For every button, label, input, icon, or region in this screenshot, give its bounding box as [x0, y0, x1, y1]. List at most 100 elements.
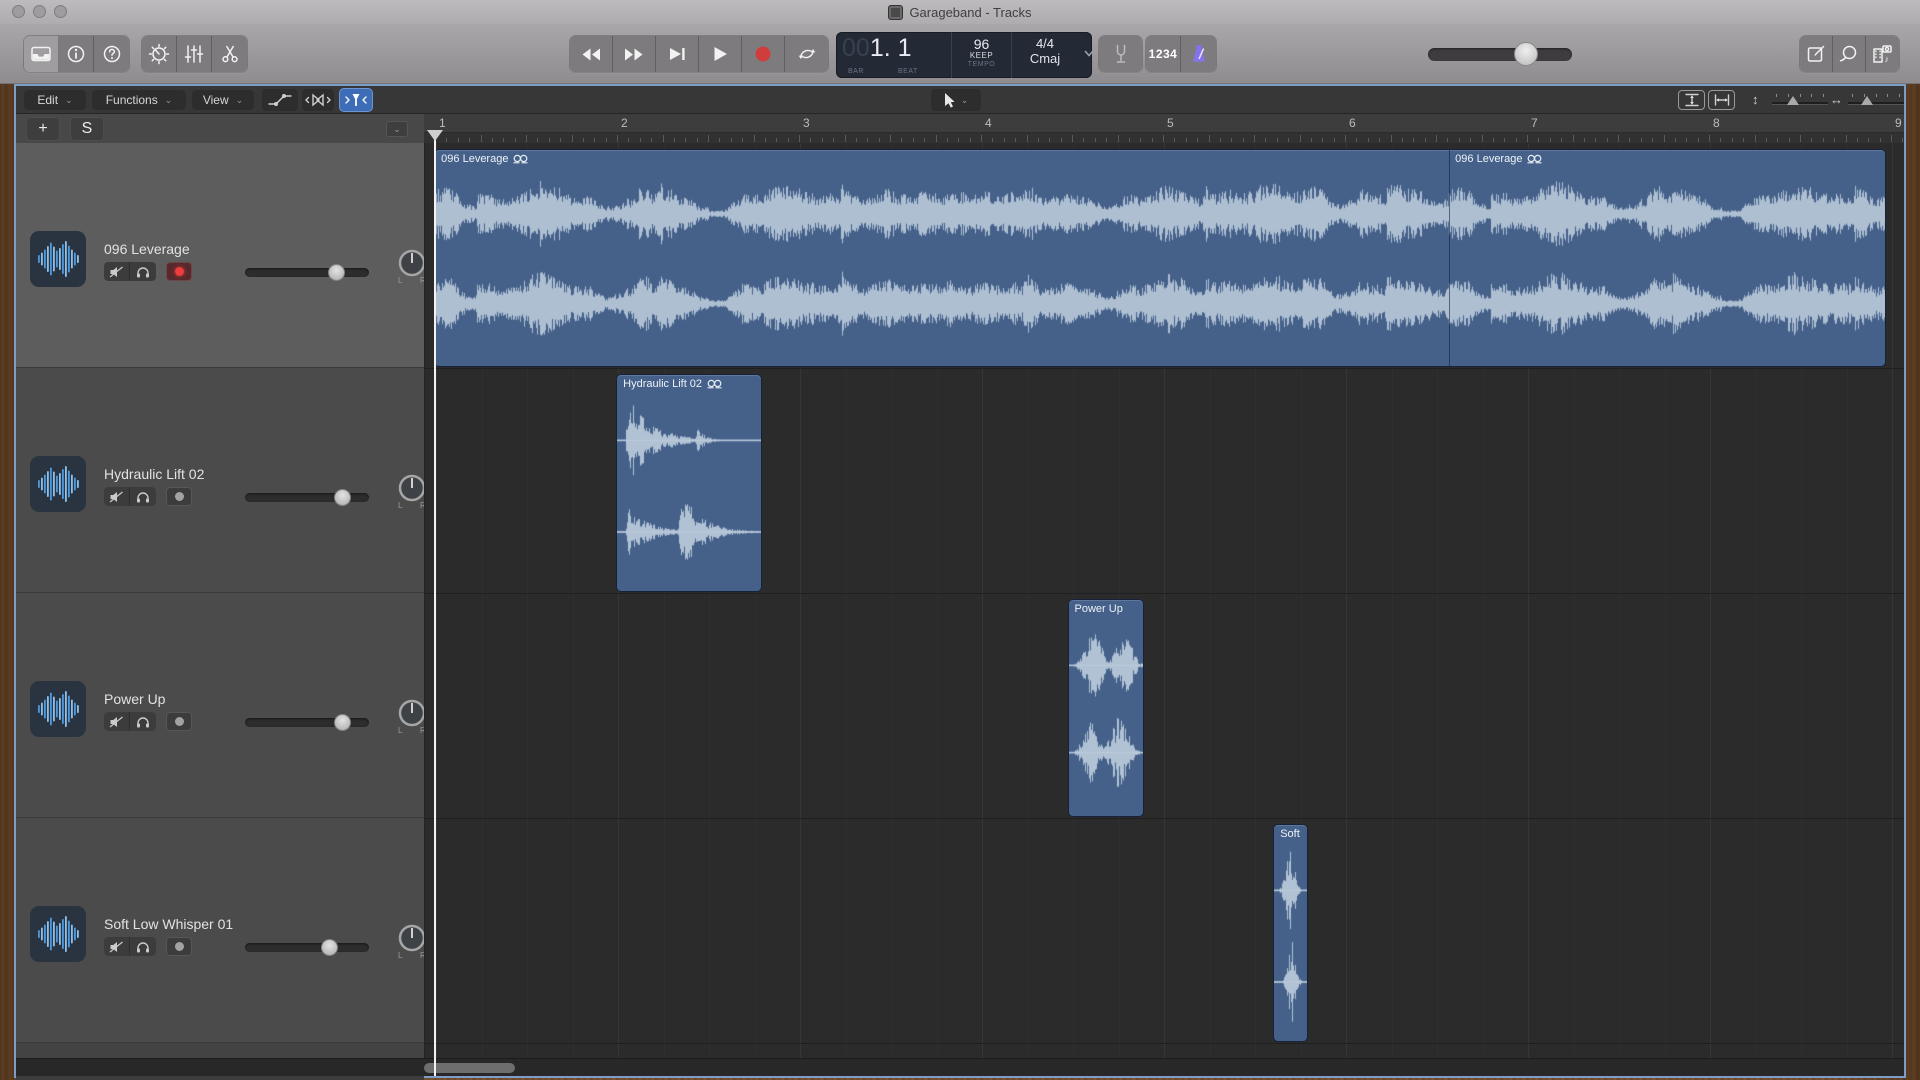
edit-menu[interactable]: Edit ⌄ — [24, 90, 86, 110]
track-header-options-button[interactable]: ⌄ — [386, 121, 408, 137]
mute-button[interactable] — [104, 712, 130, 731]
master-volume-knob[interactable] — [1514, 42, 1538, 66]
notepad-button[interactable] — [1800, 36, 1833, 72]
play-button[interactable] — [699, 36, 742, 72]
flex-button[interactable] — [302, 89, 334, 111]
horizontal-zoom-thumb[interactable] — [1861, 96, 1873, 105]
info-button[interactable] — [59, 36, 94, 72]
audio-region-3[interactable]: Power Up — [1068, 599, 1144, 817]
add-track-button[interactable]: + — [26, 117, 60, 141]
vertical-zoom-thumb[interactable] — [1787, 96, 1799, 105]
loop-browser-icon — [1839, 44, 1859, 64]
functions-menu-label: Functions — [106, 93, 158, 107]
ruler-ticks — [424, 133, 1904, 143]
horizontal-zoom-slider[interactable] — [1848, 94, 1904, 108]
view-menu-label: View — [203, 93, 229, 107]
record-button[interactable] — [742, 36, 785, 72]
lcd-chevron-icon[interactable] — [1084, 50, 1094, 57]
cycle-button[interactable] — [785, 36, 828, 72]
solo-button[interactable] — [130, 487, 156, 506]
lcd-key-section[interactable]: 4/4 Cmaj — [1012, 32, 1078, 78]
catch-playhead-button[interactable] — [340, 89, 372, 111]
track-volume-slider[interactable] — [245, 943, 369, 952]
horizontal-scrollbar[interactable] — [16, 1058, 1904, 1076]
zoom-to-fit-horizontal-button[interactable] — [1708, 90, 1735, 110]
track-volume-knob[interactable] — [328, 264, 345, 281]
track-name[interactable]: Power Up — [104, 691, 165, 707]
track-volume-knob[interactable] — [334, 489, 351, 506]
functions-menu[interactable]: Functions ⌄ — [92, 90, 186, 110]
playhead-marker[interactable] — [427, 130, 443, 141]
window-title-group: Garageband - Tracks — [888, 5, 1031, 20]
tuner-button[interactable] — [1099, 36, 1142, 72]
record-enable-button[interactable] — [166, 712, 192, 731]
count-in-button[interactable]: 1234 — [1146, 36, 1181, 72]
lcd-display[interactable]: 001. 1 BAR BEAT 96 KEEP TEMPO 4/4 Cmaj — [836, 32, 1092, 78]
master-volume-track[interactable] — [1428, 48, 1572, 61]
record-enable-button[interactable] — [166, 937, 192, 956]
track-name[interactable]: Soft Low Whisper 01 — [104, 916, 233, 932]
master-volume-slider[interactable] — [1428, 42, 1572, 66]
mute-button[interactable] — [104, 487, 130, 506]
library-button[interactable] — [24, 36, 59, 72]
help-button[interactable] — [94, 36, 129, 72]
lcd-position-section[interactable]: 001. 1 BAR BEAT — [836, 32, 952, 78]
go-to-end-button[interactable] — [656, 36, 699, 72]
bar-ruler[interactable]: 123456789 — [424, 114, 1904, 143]
minimize-button[interactable] — [33, 5, 46, 18]
automation-icon — [268, 93, 292, 107]
tool-menu[interactable]: ⌄ — [931, 89, 981, 111]
zoom-button[interactable] — [54, 5, 67, 18]
slider-track[interactable] — [1848, 102, 1904, 104]
track-volume-slider[interactable] — [245, 718, 369, 727]
solo-button[interactable] — [130, 262, 156, 281]
automation-button[interactable] — [262, 89, 298, 111]
play-icon — [713, 46, 728, 62]
notepad-icon — [1806, 44, 1826, 64]
horizontal-scrollbar-thumb[interactable] — [424, 1063, 515, 1073]
track-volume-knob[interactable] — [334, 714, 351, 731]
track-header-1[interactable]: 096 Leverage — [16, 143, 424, 368]
vertical-zoom-slider[interactable] — [1772, 94, 1828, 108]
close-button[interactable] — [12, 5, 25, 18]
solo-button[interactable] — [130, 937, 156, 956]
traffic-lights — [12, 5, 67, 18]
audio-region-4[interactable]: Soft — [1273, 824, 1308, 1042]
track-name[interactable]: Hydraulic Lift 02 — [104, 466, 204, 482]
track-header-3[interactable]: Power Up — [16, 593, 424, 818]
record-enable-icon — [175, 717, 184, 726]
slider-track[interactable] — [1772, 102, 1828, 104]
track-name[interactable]: 096 Leverage — [104, 241, 190, 257]
track-lane-separator — [425, 368, 1904, 369]
track-volume-slider[interactable] — [245, 493, 369, 502]
lcd-tempo-section[interactable]: 96 KEEP TEMPO — [952, 32, 1012, 78]
mixer-button[interactable] — [177, 36, 212, 72]
grid-line — [1892, 143, 1893, 1058]
mute-button[interactable] — [104, 262, 130, 281]
track-volume-slider[interactable] — [245, 268, 369, 277]
fast-forward-button[interactable] — [613, 36, 656, 72]
solo-button[interactable] — [130, 712, 156, 731]
window-titlebar[interactable]: Garageband - Tracks — [0, 0, 1920, 24]
media-browser-button[interactable]: ♪ — [1866, 36, 1899, 72]
track-header-4[interactable]: Soft Low Whisper 01 — [16, 818, 424, 1043]
track-header-2[interactable]: Hydraulic Lift 02 — [16, 368, 424, 593]
audio-region-1[interactable]: 096 Leverage096 Leverage — [434, 149, 1886, 367]
info-icon — [66, 44, 86, 64]
rewind-button[interactable] — [570, 36, 613, 72]
zoom-to-fit-vertical-button[interactable] — [1678, 90, 1705, 110]
metronome-button[interactable] — [1181, 36, 1216, 72]
record-enable-button[interactable] — [166, 487, 192, 506]
arrange-timeline[interactable]: 096 Leverage096 LeverageHydraulic Lift 0… — [424, 143, 1904, 1058]
track-volume-knob[interactable] — [321, 939, 338, 956]
shuffle-button[interactable]: S — [70, 117, 104, 141]
smart-controls-button[interactable] — [142, 36, 177, 72]
loop-browser-button[interactable] — [1833, 36, 1866, 72]
editors-button[interactable] — [212, 36, 247, 72]
track-header-panel: + S ⌄ 096 Leverage — [16, 114, 424, 1058]
view-menu[interactable]: View ⌄ — [192, 90, 254, 110]
audio-region-2[interactable]: Hydraulic Lift 02 — [616, 374, 762, 592]
playhead-line[interactable] — [434, 136, 436, 1076]
record-enable-button[interactable] — [166, 262, 192, 281]
mute-button[interactable] — [104, 937, 130, 956]
